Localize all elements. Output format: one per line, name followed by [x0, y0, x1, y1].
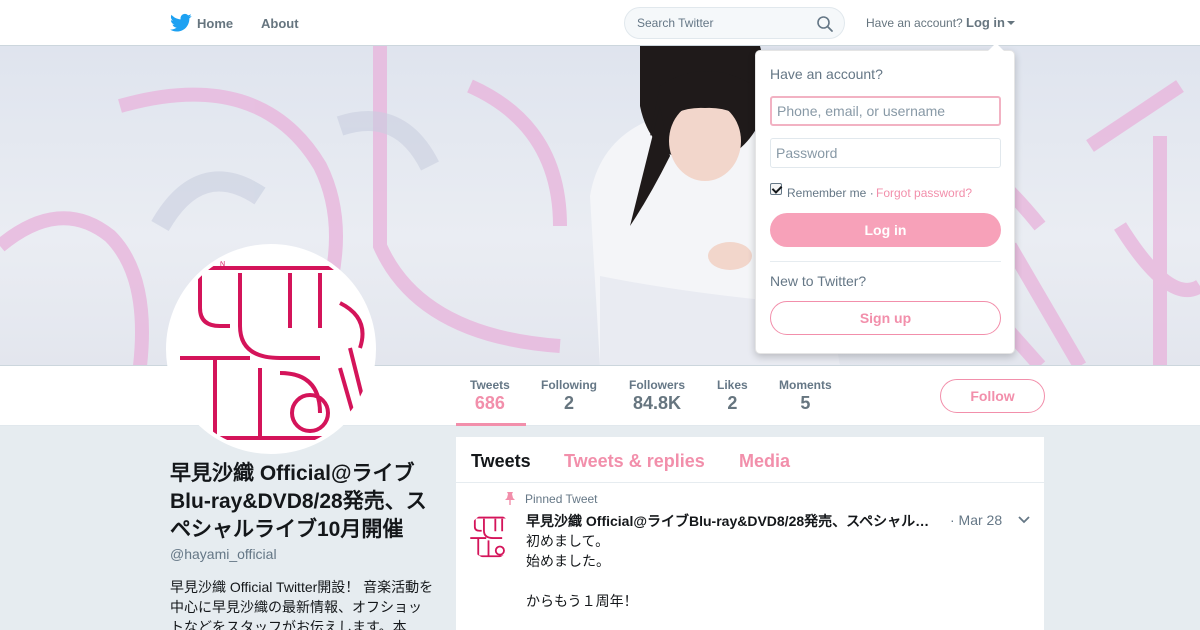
active-tab-indicator — [456, 423, 526, 426]
timeline: Tweets Tweets & replies Media Pinned Twe… — [456, 437, 1044, 630]
dropdown-title: Have an account? — [770, 66, 883, 82]
stat-value: 2 — [563, 393, 574, 413]
twitter-bird-icon[interactable] — [170, 13, 192, 33]
search-box[interactable]: Search Twitter — [624, 7, 845, 39]
tweet-avatar[interactable] — [468, 513, 514, 559]
stat-followers[interactable]: Followers 84.8K — [629, 378, 685, 414]
timeline-tabs: Tweets Tweets & replies Media — [456, 437, 1044, 483]
chevron-down-icon[interactable] — [1007, 21, 1015, 25]
password-field[interactable] — [770, 138, 1001, 168]
stat-following[interactable]: Following 2 — [541, 378, 597, 414]
search-icon[interactable] — [816, 15, 834, 33]
signup-button[interactable]: Sign up — [770, 301, 1001, 335]
stat-tweets[interactable]: Tweets 686 — [470, 378, 510, 414]
tab-media[interactable]: Media — [739, 451, 790, 472]
stat-moments[interactable]: Moments 5 — [779, 378, 832, 414]
remember-me-checkbox[interactable] — [770, 183, 782, 195]
profile-bio: 早見沙織 Official Twitter開設！ 音楽活動を中心に早見沙織の最新… — [170, 579, 434, 630]
tweet-text: 初めまして。 始めました。 からもう１周年！ — [526, 533, 638, 609]
divider — [770, 261, 1001, 262]
stat-label: Moments — [779, 378, 832, 392]
dropdown-arrow — [988, 43, 1004, 51]
stat-label: Followers — [629, 378, 686, 392]
tab-tweets-replies[interactable]: Tweets & replies — [564, 451, 705, 472]
login-dropdown-toggle[interactable]: Log in — [966, 15, 1005, 30]
profile-name[interactable]: 早見沙織 Official@ライブBlu-ray&DVD8/28発売、スペシャル… — [170, 460, 435, 544]
search-input[interactable]: Search Twitter — [637, 16, 713, 30]
login-dropdown: Have an account? Remember me · Forgot pa… — [755, 43, 1015, 354]
junction-logo: N — [180, 261, 372, 440]
have-account-text: Have an account? — [866, 16, 963, 30]
new-to-twitter-text: New to Twitter? — [770, 273, 867, 289]
stat-value: 84.8K — [632, 393, 682, 413]
stat-label: Tweets — [470, 378, 510, 392]
login-button[interactable]: Log in — [770, 213, 1001, 247]
stat-label: Following — [541, 378, 597, 392]
pin-icon — [505, 492, 515, 505]
chevron-down-icon[interactable] — [1017, 515, 1031, 525]
username-field[interactable] — [770, 96, 1001, 126]
nav-home-link[interactable]: Home — [197, 16, 233, 31]
tweet-date[interactable]: · Mar 28 — [950, 512, 1002, 528]
follow-button[interactable]: Follow — [940, 379, 1045, 413]
top-nav: Home About Search Twitter Have an accoun… — [0, 0, 1200, 46]
nav-about-link[interactable]: About — [261, 16, 299, 31]
forgot-password-link[interactable]: Forgot password? — [876, 186, 972, 200]
stat-value: 686 — [474, 393, 505, 413]
svg-text:N: N — [220, 261, 225, 268]
junction-logo-small — [470, 516, 512, 558]
stat-value: 5 — [800, 393, 811, 413]
tweet-author-name[interactable]: 早見沙織 Official@ライブBlu-ray&DVD8/28発売、スペシャル… — [526, 511, 936, 531]
stat-value: 2 — [727, 393, 738, 413]
tab-tweets[interactable]: Tweets — [471, 451, 531, 472]
profile-avatar[interactable]: N — [166, 244, 376, 454]
pinned-tweet-label: Pinned Tweet — [525, 492, 598, 506]
profile-handle[interactable]: @hayami_official — [170, 546, 277, 562]
remember-me-label: Remember me · — [787, 186, 874, 200]
stat-label: Likes — [717, 378, 748, 392]
stat-likes[interactable]: Likes 2 — [717, 378, 748, 414]
